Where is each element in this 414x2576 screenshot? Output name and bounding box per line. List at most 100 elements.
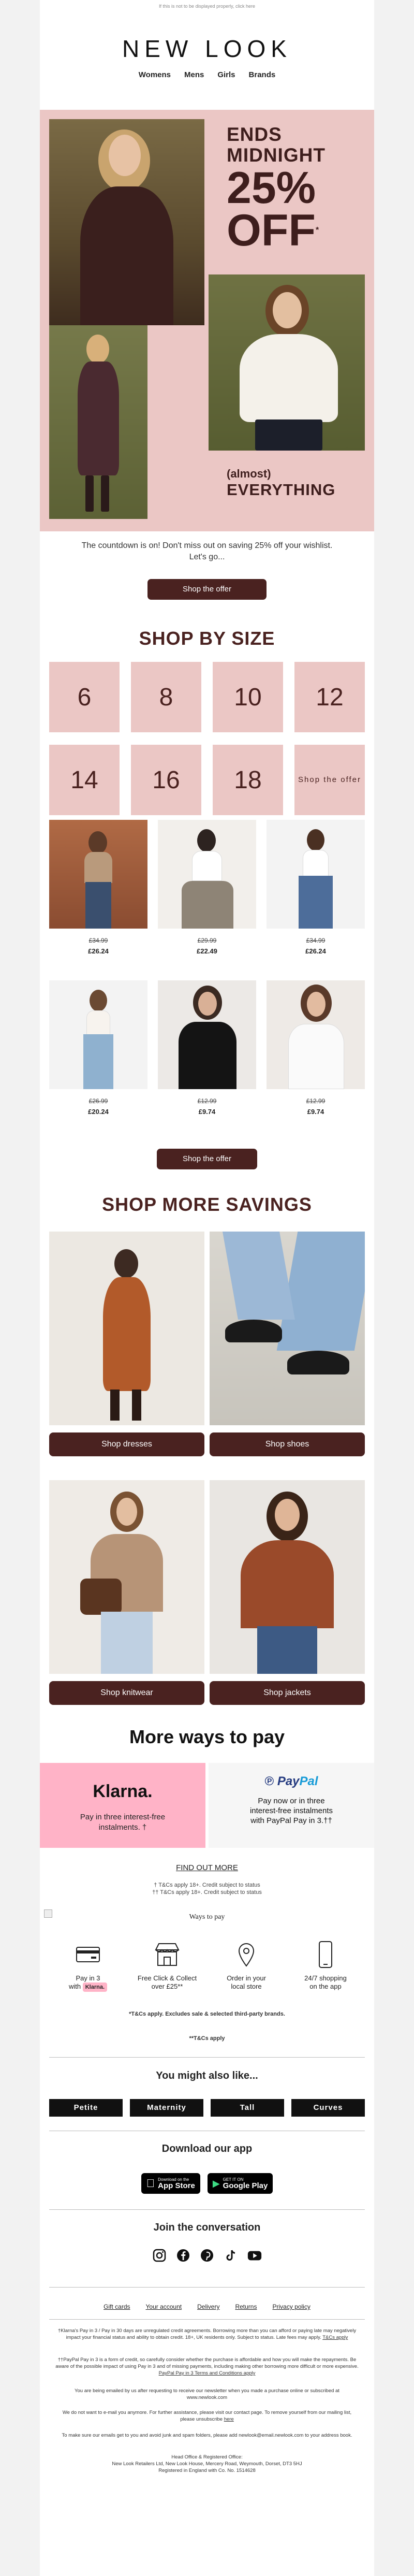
legal-klarna: †Klarna's Pay in 3 / Pay in 30 days are … [57,2328,357,2340]
size-tile-6[interactable]: 6 [49,662,120,732]
app-store-badge[interactable]:  Download on the App Store [141,2173,200,2194]
features-note-2: **T&Cs apply [189,2035,225,2042]
was-price: £26.99 [88,1097,108,1105]
feature-pay-in-3[interactable]: Pay in 3 with Klarna. [49,1939,127,1992]
more-ways-to-pay-title: More ways to pay [129,1726,285,1747]
nav-womens[interactable]: Womens [139,70,171,86]
shop-the-offer-button[interactable]: Shop the offer [147,579,267,600]
more-savings-title: SHOP MORE SAVINGS [102,1194,312,1215]
size-tile-8[interactable]: 8 [131,662,201,732]
product-card[interactable]: £26.99 £20.24 [49,980,147,1133]
category-knitwear[interactable]: Shop knitwear [49,1480,204,1712]
size-tile-12[interactable]: 12 [294,662,365,732]
paypal-banner[interactable]: ℗ PayPal Pay now or in three interest-fr… [209,1763,374,1848]
size-grid: 6 8 10 12 14 16 18 Shop the offer [49,662,365,815]
divider [49,2319,365,2320]
product-card[interactable]: £29.99 £22.49 [158,820,256,972]
shop-knitwear-button[interactable]: Shop knitwear [49,1681,204,1705]
paypal-tcs-link[interactable]: PayPal Pay in 3 Terms and Conditions app… [159,2370,256,2376]
category-image [210,1480,365,1674]
category-dresses[interactable]: Shop dresses [49,1232,204,1464]
divider [49,2287,365,2288]
your-account-link[interactable]: Your account [146,2303,182,2310]
tall-button[interactable]: Tall [211,2099,284,2117]
feature-click-collect[interactable]: Free Click & Collect over £25** [128,1939,206,1992]
features-note: *T&Cs apply. Excludes sale & selected th… [129,2011,285,2017]
product-card[interactable]: £12.99 £9.74 [267,980,365,1133]
download-app-title: Download our app [161,2143,253,2154]
curves-button[interactable]: Curves [291,2099,365,2117]
pinterest-icon[interactable] [199,2248,215,2263]
apple-icon:  [146,2177,155,2190]
shop-shoes-button[interactable]: Shop shoes [210,1432,365,1456]
hero-ends: ENDS [227,124,282,145]
size-tile-18[interactable]: 18 [213,745,283,815]
product-card[interactable]: £34.99 £26.24 [49,820,147,972]
shop-the-offer-button-2[interactable]: Shop the offer [157,1149,257,1169]
shop-dresses-button[interactable]: Shop dresses [49,1432,204,1456]
instagram-icon[interactable] [152,2248,167,2263]
nav-girls[interactable]: Girls [217,70,235,86]
product-card[interactable]: £34.99 £26.24 [267,820,365,972]
was-price: £12.99 [306,1097,326,1105]
shop-jackets-button[interactable]: Shop jackets [210,1681,365,1705]
product-card[interactable]: £12.99 £9.74 [158,980,256,1133]
hero-subline: (almost) EVERYTHING [227,467,335,499]
youtube-icon[interactable] [247,2248,262,2263]
also-like-list: Petite Maternity Tall Curves [49,2099,365,2117]
hero-photo-brown-cardigan [49,119,204,325]
tiktok-icon[interactable] [223,2248,239,2263]
intro-line-2: Let's go... [189,553,225,561]
product-image [49,980,147,1089]
nav-mens[interactable]: Mens [184,70,204,86]
phone-icon [287,1939,364,1970]
hero-banner[interactable]: ENDS MIDNIGHT 25% OFF* (almost) EVERYTHI… [40,110,374,531]
size-tile-14[interactable]: 14 [49,745,120,815]
now-price: £26.24 [88,947,109,955]
delivery-link[interactable]: Delivery [197,2303,219,2310]
feature-local-store[interactable]: Order in your local store [208,1939,285,1992]
hero-photo-white-blouse [209,274,365,451]
product-image [267,820,365,929]
klarna-text-1: Pay in three interest-free [80,1813,166,1821]
intro-text: The countdown is on! Don't miss out on s… [40,540,374,563]
facebook-icon[interactable] [175,2248,191,2263]
was-price: £29.99 [197,937,217,944]
category-jackets[interactable]: Shop jackets [210,1480,365,1712]
location-pin-icon [208,1939,285,1970]
nav-brands[interactable]: Brands [249,70,276,86]
was-price: £34.99 [306,937,326,944]
product-image [158,980,256,1089]
hero-asterisk: * [315,226,319,235]
product-grid: £34.99 £26.24 £29.99 £22.49 £34.99 £26.2… [49,820,365,1133]
social-links [40,2248,374,2263]
unsubscribe-link[interactable]: here [224,2416,234,2422]
petite-button[interactable]: Petite [49,2099,123,2117]
returns-link[interactable]: Returns [235,2303,257,2310]
category-image [210,1232,365,1425]
klarna-logo: Klarna. [93,1782,153,1801]
privacy-policy-link[interactable]: Privacy policy [272,2303,310,2310]
category-image [49,1232,204,1425]
klarna-banner[interactable]: Klarna. Pay in three interest-free insta… [40,1763,205,1848]
feature-app-shopping[interactable]: 24/7 shopping on the app [287,1939,364,1992]
paypal-text-3: with PayPal Pay in 3.†† [250,1816,332,1825]
size-tile-shop-offer[interactable]: Shop the offer [294,745,365,815]
klarna-tcs-link[interactable]: T&Cs apply [322,2335,348,2340]
payment-tcs: † T&Cs apply 18+. Credit subject to stat… [40,1882,374,1896]
size-tile-10[interactable]: 10 [213,662,283,732]
category-image [49,1480,204,1674]
google-play-badge[interactable]: ▶ GET IT ON Google Play [207,2173,273,2194]
now-price: £20.24 [88,1108,109,1116]
hero-midnight: MIDNIGHT [227,144,326,166]
hero-off: OFF [227,206,316,255]
new-look-logo[interactable]: NEW LOOK [40,33,374,64]
preheader[interactable]: If this is not to be displayed properly,… [40,0,374,12]
find-out-more-link[interactable]: FIND OUT MORE [40,1863,374,1872]
maternity-button[interactable]: Maternity [130,2099,203,2117]
category-shoes[interactable]: Shop shoes [210,1232,365,1464]
product-image [267,980,365,1089]
gift-cards-link[interactable]: Gift cards [103,2303,130,2310]
size-tile-16[interactable]: 16 [131,745,201,815]
was-price: £12.99 [197,1097,217,1105]
